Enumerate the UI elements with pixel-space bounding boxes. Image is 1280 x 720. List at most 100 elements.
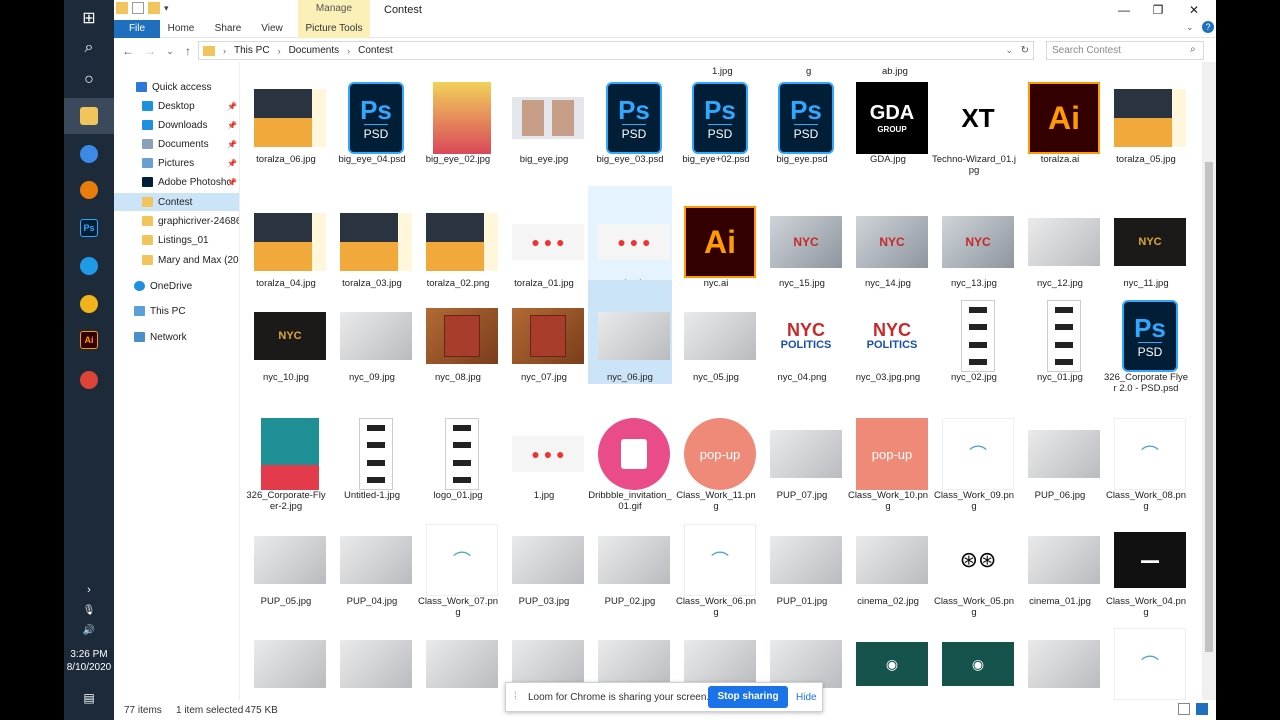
- file-item[interactable]: Ps PSD big_eye+02.psd: [674, 62, 758, 166]
- file-item[interactable]: PUP_05.jpg: [244, 504, 328, 608]
- nav-quick-access[interactable]: Quick access: [114, 78, 239, 96]
- nav-downloads[interactable]: Downloads 📌: [114, 116, 239, 134]
- file-item[interactable]: pop-up Class_Work_10.png: [846, 398, 930, 512]
- nav-network[interactable]: Network: [114, 328, 239, 346]
- file-item[interactable]: ● ● ●toralza.jpg: [588, 186, 672, 290]
- file-item[interactable]: XT Techno-Wizard_01.jpg: [932, 62, 1016, 176]
- file-item[interactable]: Ai nyc.ai: [674, 186, 758, 290]
- file-item[interactable]: hair_05.jpg: [330, 608, 414, 700]
- file-item[interactable]: toralza_03.jpg: [330, 186, 414, 290]
- file-item[interactable]: 2.jpg: [1018, 608, 1102, 700]
- nav-listings[interactable]: Listings_01: [114, 231, 239, 249]
- file-item[interactable]: ⌒ Class_Work_08.png: [1104, 398, 1188, 512]
- file-item[interactable]: hair_06.jpg: [244, 608, 328, 700]
- file-item[interactable]: NYC POLITICS nyc_03.jpg.png: [846, 280, 930, 384]
- stop-sharing-button[interactable]: Stop sharing: [708, 686, 788, 708]
- edge-taskbar-icon[interactable]: [64, 248, 114, 284]
- file-item[interactable]: nyc_12.jpg: [1018, 186, 1102, 290]
- chrome-taskbar-icon[interactable]: [64, 136, 114, 172]
- file-item[interactable]: nyc_08.jpg: [416, 280, 500, 384]
- recent-locations-icon[interactable]: ⌄: [162, 43, 178, 59]
- chrome-canary-taskbar-icon[interactable]: [64, 286, 114, 322]
- tab-share[interactable]: Share: [210, 20, 246, 38]
- chrome-2-taskbar-icon[interactable]: [64, 362, 114, 398]
- large-icons-view-icon[interactable]: [1196, 703, 1208, 715]
- nav-documents[interactable]: Documents 📌: [114, 135, 239, 153]
- file-item[interactable]: ⌒ Class_Work_09.png: [932, 398, 1016, 512]
- volume-icon[interactable]: 🔊: [64, 612, 114, 648]
- file-item[interactable]: nyc_01.jpg: [1018, 280, 1102, 384]
- tab-picture-tools[interactable]: Picture Tools: [298, 20, 370, 38]
- file-item[interactable]: toralza_02.png: [416, 186, 500, 290]
- vertical-scrollbar[interactable]: [1202, 62, 1216, 700]
- nav-adobe-photoshop[interactable]: Adobe Photoshc 📌: [114, 173, 239, 191]
- breadcrumb-contest[interactable]: Contest: [358, 45, 392, 56]
- file-item[interactable]: PUP_03.jpg: [502, 504, 586, 608]
- file-item[interactable]: toralza_06.jpg: [244, 62, 328, 166]
- file-item[interactable]: nyc_06.jpg: [588, 280, 672, 384]
- file-item[interactable]: PUP_04.jpg: [330, 504, 414, 608]
- file-item[interactable]: ● ● ● toralza_01.jpg: [502, 186, 586, 290]
- nav-graphicriver[interactable]: graphicriver-246864: [114, 212, 239, 230]
- file-item[interactable]: Ai toralza.ai: [1018, 62, 1102, 166]
- breadcrumb-this-pc[interactable]: This PC: [234, 45, 270, 56]
- nav-mary-and-max[interactable]: Mary and Max (200: [114, 251, 239, 269]
- file-item[interactable]: Dribbble_invitation_01.gif: [588, 398, 672, 512]
- file-item[interactable]: Ps PSD big_eye_04.psd: [330, 62, 414, 166]
- file-item[interactable]: ⌒ Class_Work_07.png: [416, 504, 500, 618]
- search-input[interactable]: Search Contest: [1046, 41, 1204, 60]
- customize-toolbar-icon[interactable]: ▾: [164, 3, 169, 14]
- file-item[interactable]: PUP_06.jpg: [1018, 398, 1102, 502]
- file-item[interactable]: Ps PSD 326_Corporate Flyer 2.0 - PSD.psd: [1104, 280, 1188, 394]
- details-view-icon[interactable]: [1178, 703, 1190, 715]
- properties-icon[interactable]: [132, 2, 144, 14]
- file-item[interactable]: ⌒ Class_Work_06.png: [674, 504, 758, 618]
- file-item[interactable]: cinema_01.jpg: [1018, 504, 1102, 608]
- scrollbar-thumb[interactable]: [1205, 162, 1213, 652]
- file-item[interactable]: ▬▬ Class_Work_04.png: [1104, 504, 1188, 618]
- file-item[interactable]: 326_Corporate-Flyer-2.jpg: [244, 398, 328, 512]
- file-item[interactable]: pop-up Class_Work_11.png: [674, 398, 758, 512]
- search-taskbar-icon[interactable]: ⌕: [64, 30, 114, 66]
- file-item[interactable]: ● ● ● 1.jpg: [502, 398, 586, 502]
- illustrator-taskbar-icon[interactable]: Ai: [64, 322, 114, 358]
- breadcrumb-documents[interactable]: Documents: [289, 45, 340, 56]
- file-item[interactable]: NYC POLITICS nyc_04.png: [760, 280, 844, 384]
- blender-taskbar-icon[interactable]: [64, 172, 114, 208]
- file-item[interactable]: cinema_02.jpg: [846, 504, 930, 608]
- file-item[interactable]: ⌒1.png: [1104, 608, 1188, 700]
- file-item[interactable]: nyc_07.jpg: [502, 280, 586, 384]
- file-item[interactable]: NYC nyc_14.jpg: [846, 186, 930, 290]
- file-item[interactable]: NYC nyc_15.jpg: [760, 186, 844, 290]
- photoshop-taskbar-icon[interactable]: Ps: [64, 210, 114, 246]
- chevron-down-icon[interactable]: ⌄: [1005, 45, 1013, 56]
- notifications-icon[interactable]: ▤: [64, 680, 114, 716]
- drag-handle-icon[interactable]: ⁞: [514, 691, 517, 702]
- clock[interactable]: 3:26 PM 8/10/2020: [64, 648, 114, 674]
- hide-button[interactable]: Hide: [796, 692, 817, 703]
- nav-this-pc[interactable]: This PC: [114, 302, 239, 320]
- manage-contextual-tab[interactable]: Manage: [298, 0, 370, 20]
- file-item[interactable]: NYC nyc_13.jpg: [932, 186, 1016, 290]
- close-button[interactable]: ✕: [1176, 0, 1212, 20]
- nav-onedrive[interactable]: OneDrive: [114, 277, 239, 295]
- file-item[interactable]: PUP_01.jpg: [760, 504, 844, 608]
- nav-desktop[interactable]: Desktop 📌: [114, 97, 239, 115]
- file-item[interactable]: NYC nyc_10.jpg: [244, 280, 328, 384]
- file-item[interactable]: nyc_02.jpg: [932, 280, 1016, 384]
- file-item[interactable]: toralza_05.jpg: [1104, 62, 1188, 166]
- new-folder-icon[interactable]: [148, 2, 160, 14]
- file-item[interactable]: nyc_05.jpg: [674, 280, 758, 384]
- file-item[interactable]: GDA GROUP GDA.jpg: [846, 62, 930, 166]
- minimize-button[interactable]: —: [1106, 0, 1142, 20]
- back-icon[interactable]: ←: [120, 43, 136, 59]
- file-item[interactable]: PUP_02.jpg: [588, 504, 672, 608]
- address-bar[interactable]: › This PC › Documents › Contest ⌄ ↻: [198, 41, 1034, 60]
- nav-contest[interactable]: Contest: [114, 193, 239, 211]
- refresh-icon[interactable]: ↻: [1021, 45, 1029, 56]
- file-item[interactable]: Untitled-1.jpg: [330, 398, 414, 502]
- up-icon[interactable]: ↑: [180, 43, 196, 59]
- file-item[interactable]: hair_04.jpg: [416, 608, 500, 700]
- file-item[interactable]: ⊛⊛ Class_Work_05.png: [932, 504, 1016, 618]
- file-item[interactable]: Ps PSD big_eye_03.psd: [588, 62, 672, 166]
